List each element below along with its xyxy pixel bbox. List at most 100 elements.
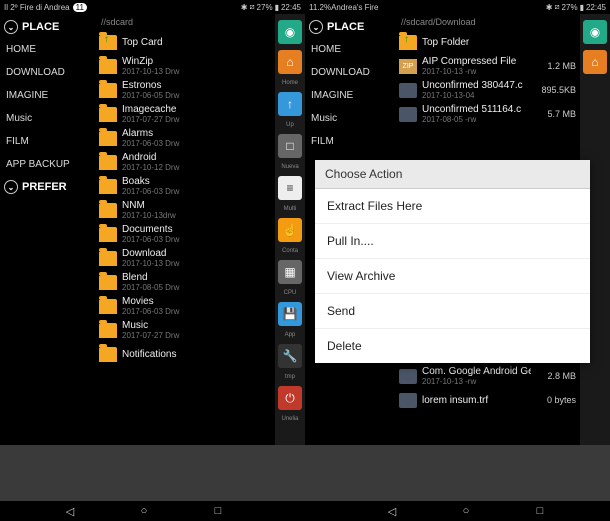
folder-icon	[99, 251, 117, 266]
sidebar-item-music[interactable]: Music	[0, 107, 95, 130]
sidebar-place-header[interactable]: ⌄ PLACE	[0, 16, 95, 38]
sidebar-item-film[interactable]: FILM	[305, 130, 395, 153]
android-nav-bar: ◁ ○ □ ◁ ○ □	[0, 501, 610, 521]
file-name: Unconfirmed 380447.c	[422, 80, 531, 91]
tool-home[interactable]: ⌂	[278, 50, 302, 74]
file-item[interactable]: Download2017-10-13 Drw	[95, 246, 275, 270]
tool-wrench[interactable]: 🔧	[278, 344, 302, 368]
file-icon	[399, 393, 417, 408]
tool-up[interactable]: ↑	[278, 92, 302, 116]
sidebar-item-download[interactable]: DOWNLOAD	[0, 61, 95, 84]
sidebar-item-download[interactable]: DOWNLOAD	[305, 61, 395, 84]
file-item[interactable]: Unconfirmed 380447.c2017-10-13-04895.5KB	[395, 78, 580, 102]
tool-label: Home	[282, 80, 298, 86]
nav-recent-button[interactable]: □	[533, 504, 547, 518]
sidebar-place-header[interactable]: ⌄ PLACE	[305, 16, 395, 38]
file-name: lorem insum.trf	[422, 395, 531, 406]
dialog-item-send[interactable]: Send	[315, 294, 590, 329]
file-name: Unconfirmed 511164.c	[422, 104, 531, 115]
file-item[interactable]: Alarms2017-06-03 Drw	[95, 126, 275, 150]
file-item[interactable]: Boaks2017-06-03 Drw	[95, 174, 275, 198]
status-bar-right: 11.2%Andrea's Fire ✱ ⧄ 27% ▮ 22:45	[305, 0, 610, 14]
sidebar-item-music[interactable]: Music	[305, 107, 395, 130]
file-icon	[399, 107, 417, 122]
dialog-item-delete[interactable]: Delete	[315, 329, 590, 363]
status-title: 11.2%Andrea's Fire	[309, 3, 378, 12]
sidebar-item-home[interactable]: HOME	[0, 38, 95, 61]
folder-icon	[99, 131, 117, 146]
tool-label: Multi	[284, 206, 297, 212]
toolbar-left: ◉ ⌂ Home ↑ Up □ Nueva ≡ Multi ☝ Conta ▦ …	[275, 14, 305, 445]
chevron-down-icon: ⌄	[4, 20, 18, 34]
sidebar-item-appbackup[interactable]: APP BACKUP	[0, 153, 95, 176]
file-item[interactable]: Documents2017-06-03 Drw	[95, 222, 275, 246]
file-item[interactable]: Estronos2017-06-05 Drw	[95, 78, 275, 102]
file-item[interactable]: Com. Google Android Get 52017-10-13 -rw2…	[395, 364, 580, 388]
chevron-down-icon: ⌄	[309, 20, 323, 34]
file-item[interactable]: Imagecache2017-07-27 Drw	[95, 102, 275, 126]
file-item[interactable]: Movies2017-06-03 Drw	[95, 294, 275, 318]
tool-location[interactable]: ◉	[583, 20, 607, 44]
nav-home-button[interactable]: ○	[137, 504, 151, 518]
sidebar-item-imagine[interactable]: IMAGINE	[0, 84, 95, 107]
tool-power[interactable]: ⏻	[278, 386, 302, 410]
file-item[interactable]: lorem insum.trf0 bytes	[395, 388, 580, 412]
file-item[interactable]: Blend2017-08-05 Drw	[95, 270, 275, 294]
folder-icon	[99, 83, 117, 98]
up-folder-item[interactable]: Top Card	[95, 30, 275, 54]
dialog-item-extract[interactable]: Extract Files Here	[315, 189, 590, 224]
file-item[interactable]: ZIPAIP Compressed File2017-10-13 -rw1.2 …	[395, 54, 580, 78]
file-item[interactable]: Unconfirmed 511164.c2017-08-05 -rw5.7 MB	[395, 102, 580, 126]
file-name: Android	[122, 152, 271, 163]
dialog-title: Choose Action	[315, 160, 590, 189]
tool-multi[interactable]: ≡	[278, 176, 302, 200]
file-meta: 2017-06-03 Drw	[122, 187, 271, 196]
sidebar-item-film[interactable]: FILM	[0, 130, 95, 153]
sidebar-item-imagine[interactable]: IMAGINE	[305, 84, 395, 107]
file-name: Alarms	[122, 128, 271, 139]
folder-icon	[99, 155, 117, 170]
tool-touch[interactable]: ☝	[278, 218, 302, 242]
nav-home-button[interactable]: ○	[459, 504, 473, 518]
nav-back-button[interactable]: ◁	[63, 504, 77, 518]
sidebar-prefer-header[interactable]: ⌄ PREFER	[0, 176, 95, 198]
tool-cpu[interactable]: ▦	[278, 260, 302, 284]
file-list-left[interactable]: //sdcard Top Card WinZip2017-10-13 Drw E…	[95, 14, 275, 445]
file-meta: 2017-06-03 Drw	[122, 307, 271, 316]
tool-label: Conta	[282, 248, 298, 254]
folder-icon	[99, 299, 117, 314]
battery-icon: ▮	[275, 3, 279, 12]
tool-label: Unelia	[281, 416, 298, 422]
file-meta: 2017-08-05 -rw	[422, 115, 531, 124]
file-meta: 2017-06-05 Drw	[122, 91, 271, 100]
dialog-item-view[interactable]: View Archive	[315, 259, 590, 294]
tool-location[interactable]: ◉	[278, 20, 302, 44]
status-time: 22:45	[586, 3, 606, 12]
zip-icon: ZIP	[399, 59, 417, 74]
file-name: Estronos	[122, 80, 271, 91]
file-item[interactable]: WinZip2017-10-13 Drw	[95, 54, 275, 78]
tool-save[interactable]: 💾	[278, 302, 302, 326]
file-icon	[399, 369, 417, 384]
nav-recent-button[interactable]: □	[211, 504, 225, 518]
file-name: Notifications	[122, 349, 271, 360]
tool-home[interactable]: ⌂	[583, 50, 607, 74]
file-meta: 2017-10-13 -rw	[422, 67, 531, 76]
file-meta: 2017-10-13 Drw	[122, 67, 271, 76]
file-item[interactable]: NNM2017-10-13drw	[95, 198, 275, 222]
file-item[interactable]: Music2017-07-27 Drw	[95, 318, 275, 342]
folder-icon	[99, 59, 117, 74]
dialog-item-pullin[interactable]: Pull In....	[315, 224, 590, 259]
tool-label: App	[285, 332, 296, 338]
file-item[interactable]: Android2017-10-12 Drw	[95, 150, 275, 174]
sidebar-item-home[interactable]: HOME	[305, 38, 395, 61]
tool-new[interactable]: □	[278, 134, 302, 158]
file-size: 1.2 MB	[536, 61, 576, 71]
nav-back-button[interactable]: ◁	[385, 504, 399, 518]
folder-icon	[99, 203, 117, 218]
file-meta: 2017-10-13drw	[122, 211, 271, 220]
file-item[interactable]: Notifications	[95, 342, 275, 366]
up-folder-item[interactable]: Top Folder	[395, 30, 580, 54]
folder-icon	[99, 275, 117, 290]
file-size: 2.8 MB	[536, 371, 576, 381]
